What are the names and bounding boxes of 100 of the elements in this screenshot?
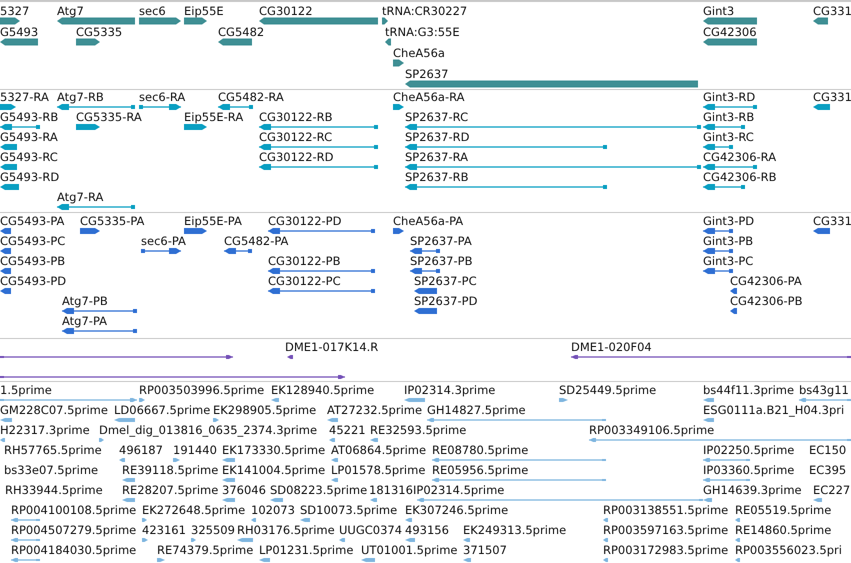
feature-label: ESG0111a.B21_H04.3pri <box>703 403 844 417</box>
feature-label: Gint3-RD <box>703 90 756 104</box>
feature-label: RE05519.5prime <box>735 503 832 517</box>
feature-label: CG30122-PC <box>268 274 341 288</box>
feature-label: 191440 <box>173 443 217 457</box>
feature-label: CG42306-RB <box>703 170 777 184</box>
feature-label: RH57765.5prime <box>4 443 102 457</box>
feature-label: GM228C07.5prime <box>0 403 108 417</box>
feature-label: SP2637 <box>405 67 449 81</box>
feature-label: SP2637-PD <box>414 294 478 308</box>
feature-label: RE39118.5prime <box>122 463 218 477</box>
feature-label: CG5493-PA <box>0 214 64 228</box>
feature-label: CG30122-PB <box>268 254 340 268</box>
feature-label: UUGC0374 <box>339 523 402 537</box>
feature-label: Gint3-PB <box>703 234 754 248</box>
feature-label: CG30122-RC <box>259 130 332 144</box>
feature-label: IP03360.5prime <box>703 463 794 477</box>
feature-label: G5493-RA <box>0 130 58 144</box>
feature-label: CG5482-PA <box>224 234 288 248</box>
feature-label: 45221 <box>329 423 366 437</box>
feature-label: Atg7 <box>57 4 84 18</box>
feature-label: Gint3-RC <box>703 130 754 144</box>
feature-label: sec6-RA <box>139 90 186 104</box>
feature-label: G5493 <box>0 25 38 39</box>
feature-label: sec6 <box>139 4 166 18</box>
feature-label: CG5335-RA <box>76 110 142 124</box>
feature-label: SP2637-PC <box>414 274 477 288</box>
feature-label: SP2637-RB <box>405 170 469 184</box>
feature-label: 493156 <box>405 523 449 537</box>
feature-label: G5493-RC <box>0 150 58 164</box>
feature-label: EK307246.5prime <box>405 503 508 517</box>
feature-label: UT01001.5prime <box>361 543 458 557</box>
feature-label: RP003597163.5prime <box>603 523 728 537</box>
feature-label: bs33e07.5prime <box>4 463 98 477</box>
feature-label: CG5335-PA <box>80 214 144 228</box>
feature-label: CheA56a <box>393 46 445 60</box>
feature-label: SD10073.5prime <box>300 503 398 517</box>
feature-label: CG331 <box>813 90 851 104</box>
feature-label: LD06667.5prime <box>114 403 210 417</box>
feature-label: 423161 <box>142 523 186 537</box>
feature-label: CG5335 <box>76 25 122 39</box>
feature-label: CG331 <box>813 214 851 228</box>
feature-label: EC395 <box>809 463 846 477</box>
feature-label: RP003172983.5prime <box>603 543 728 557</box>
feature-label: H22317.3prime <box>0 423 90 437</box>
feature-label: CheA56a-RA <box>393 90 464 104</box>
feature-label: EC227 <box>813 483 850 497</box>
feature-label: CG5493-PB <box>0 254 66 268</box>
feature-label: SP2637-PB <box>410 254 472 268</box>
feature-label: RE14860.5prime <box>735 523 832 537</box>
feature-label: Atg7-PA <box>62 314 108 328</box>
feature-label: sec6-PA <box>141 234 186 248</box>
feature-label: EK298905.5prime <box>213 403 316 417</box>
feature-label: Gint3 <box>703 4 734 18</box>
feature-label: EC150 <box>809 443 846 457</box>
feature-label: CG331 <box>813 4 851 18</box>
feature-label: SP2637-PA <box>410 234 472 248</box>
feature-label: RE32593.5prime <box>370 423 466 437</box>
feature-label: LP01231.5prime <box>259 543 354 557</box>
feature-label: SD08223.5prime <box>270 483 368 497</box>
feature-label: 325509 <box>191 523 235 537</box>
feature-label: LP01578.5prime <box>331 463 426 477</box>
feature-label: AT06864.5prime <box>331 443 426 457</box>
feature-label: RP004507279.5prime <box>11 523 136 537</box>
feature-label: CG42306-RA <box>703 150 776 164</box>
feature-label: 376046 <box>222 483 266 497</box>
feature-label: CG42306-PB <box>730 294 802 308</box>
feature-label: GH14639.3prime <box>703 483 802 497</box>
feature-label: CG5482 <box>218 25 264 39</box>
feature-label: RP003138551.5prime <box>603 503 728 517</box>
feature-label: 496187 <box>119 443 163 457</box>
feature-label: RH33944.5prime <box>5 483 103 497</box>
feature-label: RE28207.5prime <box>122 483 218 497</box>
feature-label: RP003503996.5prime <box>139 383 264 397</box>
feature-label: RE08780.5prime <box>432 443 528 457</box>
feature-label: SP2637-RC <box>405 110 468 124</box>
feature-label: Atg7-PB <box>62 294 108 308</box>
feature-label: 102073 <box>251 503 295 517</box>
feature-label: Atg7-RB <box>57 90 104 104</box>
feature-label: IP02250.5prime <box>703 443 794 457</box>
feature-label: RP004100108.5prime <box>11 503 136 517</box>
feature-label: IP02314.5prime <box>413 483 504 497</box>
feature-label: Eip55E-RA <box>184 110 244 124</box>
feature-label: SD25449.5prime <box>559 383 656 397</box>
feature-label: Eip55E <box>184 4 224 18</box>
feature-label: G5493-RD <box>0 170 60 184</box>
feature-label: CG5493-PD <box>0 274 66 288</box>
feature-label: CG5482-RA <box>218 90 284 104</box>
feature-label: GH14827.5prime <box>427 403 526 417</box>
feature-label: bs44f11.3prime <box>703 383 794 397</box>
feature-label: Gint3-RB <box>703 110 754 124</box>
feature-label: EK249313.5prime <box>463 523 566 537</box>
feature-label: RP003349106.5prime <box>589 423 714 437</box>
feature-label: 371507 <box>463 543 507 557</box>
feature-label: tRNA:G3:55E <box>385 25 460 39</box>
feature-label: EK141004.5prime <box>222 463 326 477</box>
feature-label: tRNA:CR30227 <box>382 4 468 18</box>
feature-label: RH03176.5prime <box>237 523 335 537</box>
feature-label: CG30122-PD <box>268 214 342 228</box>
feature-label: CG30122-RB <box>259 110 333 124</box>
